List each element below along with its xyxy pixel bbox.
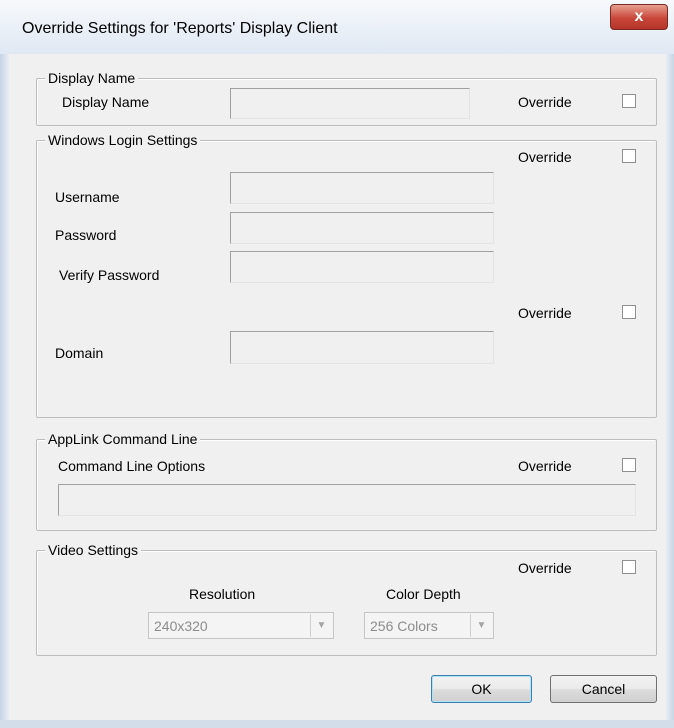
command-line-options-field[interactable] (58, 484, 636, 516)
color-depth-select[interactable]: 256 Colors ▼ (364, 612, 494, 639)
windows-login-group-legend: Windows Login Settings (45, 132, 201, 148)
chevron-down-icon[interactable]: ▼ (470, 614, 492, 637)
domain-override-checkbox[interactable] (622, 305, 636, 319)
chevron-down-icon[interactable]: ▼ (310, 614, 332, 637)
video-settings-group-legend: Video Settings (45, 542, 142, 558)
command-line-options-label: Command Line Options (58, 458, 206, 474)
domain-field[interactable] (230, 331, 494, 364)
display-name-override-label: Override (518, 94, 572, 110)
password-label: Password (55, 227, 117, 243)
ok-button[interactable]: OK (431, 675, 532, 703)
applink-override-checkbox[interactable] (622, 458, 636, 472)
resolution-label: Resolution (189, 586, 256, 602)
window-right-border (666, 54, 674, 728)
resolution-value: 240x320 (154, 618, 208, 634)
display-name-field[interactable] (230, 88, 470, 119)
password-field[interactable] (230, 212, 494, 244)
username-field[interactable] (230, 172, 494, 204)
window-title: Override Settings for 'Reports' Display … (22, 20, 338, 37)
close-button[interactable]: x (610, 4, 668, 30)
window-left-border (0, 54, 9, 728)
video-override-checkbox[interactable] (622, 560, 636, 574)
resolution-select[interactable]: 240x320 ▼ (148, 612, 334, 639)
domain-label: Domain (55, 345, 104, 361)
applink-group-legend: AppLink Command Line (45, 431, 201, 447)
display-name-label: Display Name (62, 94, 150, 110)
applink-override-label: Override (518, 458, 572, 474)
domain-override-label: Override (518, 305, 572, 321)
verify-password-label: Verify Password (59, 267, 160, 283)
video-override-label: Override (518, 560, 572, 576)
close-icon: x (634, 8, 644, 25)
display-name-group-legend: Display Name (45, 70, 139, 86)
color-depth-value: 256 Colors (370, 618, 438, 634)
windows-login-override-checkbox[interactable] (622, 149, 636, 163)
windows-login-override-label: Override (518, 149, 572, 165)
cancel-button[interactable]: Cancel (550, 675, 657, 703)
window-bottom-border (0, 720, 674, 728)
username-label: Username (55, 189, 120, 205)
display-name-override-checkbox[interactable] (622, 94, 636, 108)
color-depth-label: Color Depth (386, 586, 461, 602)
verify-password-field[interactable] (230, 251, 494, 283)
